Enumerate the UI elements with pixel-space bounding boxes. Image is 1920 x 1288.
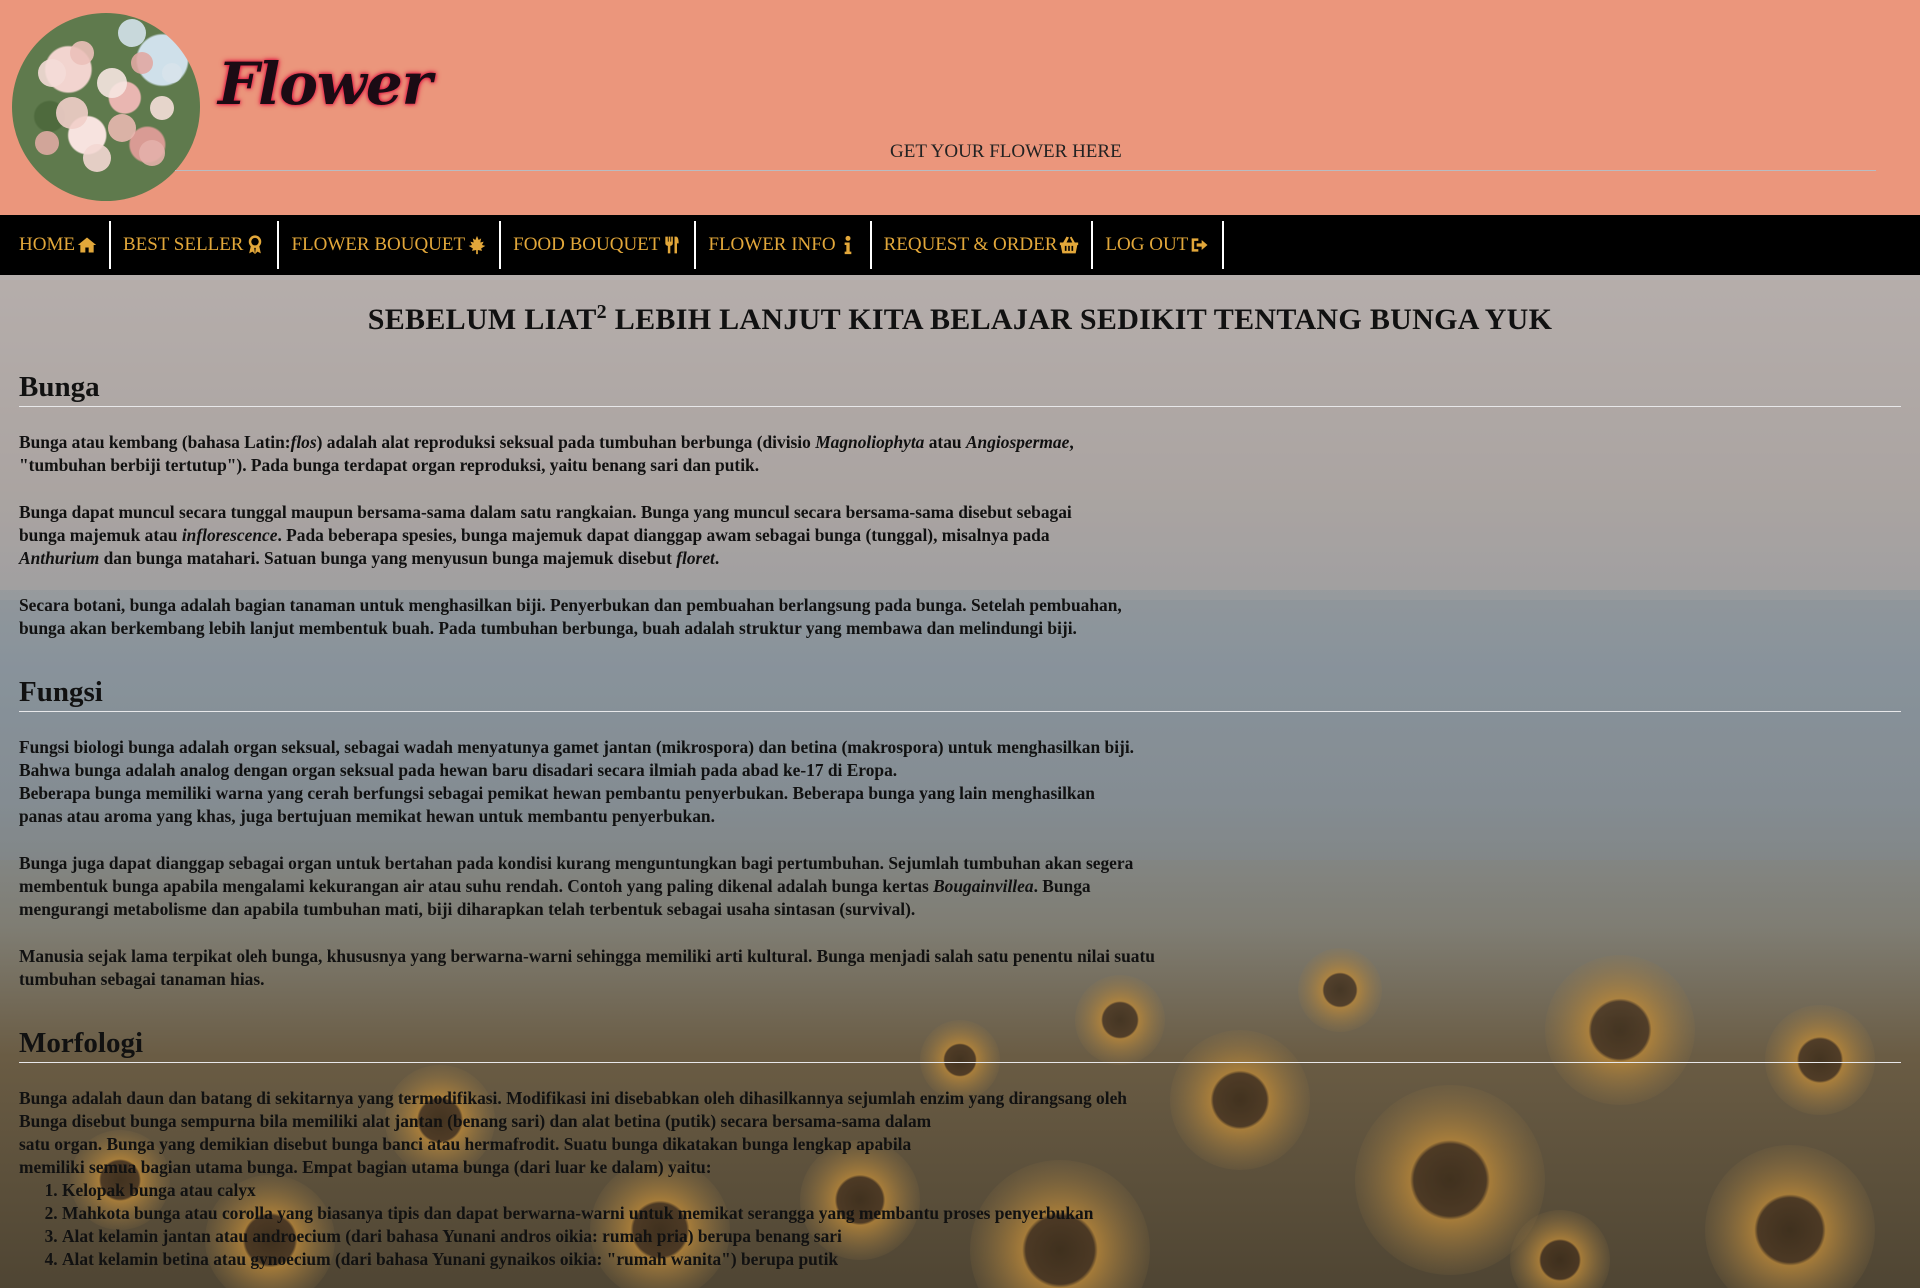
text: bunga akan berkembang lebih lanjut membe… — [19, 618, 1077, 638]
tagline: GET YOUR FLOWER HERE — [890, 141, 1122, 162]
paragraph: Bunga juga dapat dianggap sebagai organ … — [19, 852, 1901, 921]
text: Beberapa bunga memiliki warna yang cerah… — [19, 783, 1095, 803]
section-heading-bunga: Bunga — [19, 371, 1901, 407]
award-icon — [249, 235, 262, 255]
nav-label-food-bouquet: FOOD BOUQUET — [513, 234, 661, 255]
nav-label-flower-bouquet: FLOWER BOUQUET — [291, 234, 466, 255]
leaf-icon — [468, 235, 486, 255]
text: Manusia sejak lama terpikat oleh bunga, … — [19, 946, 1155, 966]
nav-item-request-order[interactable]: REQUEST & ORDER — [872, 221, 1094, 269]
text: Secara botani, bunga adalah bagian tanam… — [19, 595, 1122, 615]
nav-item-food-bouquet[interactable]: FOOD BOUQUET — [501, 221, 697, 269]
text: atau — [924, 432, 966, 452]
list-item: Alat kelamin betina atau gynoecium (dari… — [62, 1248, 1901, 1271]
nav-label-flower-info: FLOWER INFO — [708, 234, 836, 255]
text: satu organ. Bunga yang demikian disebut … — [19, 1134, 912, 1154]
text: Bunga juga dapat dianggap sebagai organ … — [19, 853, 1134, 873]
nav-item-flower-info[interactable]: FLOWER INFO — [696, 221, 872, 269]
text: tumbuhan sebagai tanaman hias. — [19, 969, 265, 989]
text: . Pada beberapa spesies, bunga majemuk d… — [277, 525, 1050, 545]
utensils-icon — [665, 236, 680, 254]
text: Bunga adalah daun dan batang di sekitarn… — [19, 1088, 1127, 1108]
text-italic: inflorescence — [181, 525, 278, 545]
text: Bunga dapat muncul secara tunggal maupun… — [19, 502, 1072, 522]
text: membentuk bunga apabila mengalami kekura… — [19, 876, 934, 896]
main-navigation: HOME BEST SELLER FLOWER BOUQUET FOOD BOU… — [0, 215, 1920, 275]
list-item: Alat kelamin jantan atau androecium (dar… — [62, 1225, 1901, 1248]
section-heading-fungsi: Fungsi — [19, 676, 1901, 712]
nav-item-home[interactable]: HOME — [7, 221, 111, 269]
home-icon — [77, 237, 97, 253]
paragraph: Bunga atau kembang (bahasa Latin:flos) a… — [19, 431, 1901, 477]
text: "tumbuhan berbiji tertutup"). Pada bunga… — [19, 455, 760, 475]
section-fungsi: Fungsi Fungsi biologi bunga adalah organ… — [19, 676, 1901, 991]
text: memiliki semua bagian utama bunga. Empat… — [19, 1157, 712, 1177]
nav-item-best-seller[interactable]: BEST SELLER — [111, 221, 280, 269]
header-divider — [175, 170, 1876, 171]
text: . Bunga — [1033, 876, 1091, 896]
text: bunga majemuk atau — [19, 525, 182, 545]
text-italic: Anthurium — [19, 548, 100, 568]
info-icon — [844, 235, 851, 255]
paragraph: Bunga dapat muncul secara tunggal maupun… — [19, 501, 1901, 570]
text: ) adalah alat reproduksi seksual pada tu… — [316, 432, 816, 452]
page-title-start: SEBELUM LIAT — [367, 303, 597, 336]
text-italic: Magnoliophyta — [815, 432, 925, 452]
sign-out-icon — [1191, 238, 1208, 252]
text: Bahwa bunga adalah analog dengan organ s… — [19, 760, 898, 780]
paragraph: Manusia sejak lama terpikat oleh bunga, … — [19, 945, 1901, 991]
list-item: Kelopak bunga atau calyx — [62, 1179, 1901, 1202]
section-heading-morfologi: Morfologi — [19, 1027, 1901, 1063]
nav-label-home: HOME — [19, 234, 75, 255]
section-morfologi: Morfologi Bunga adalah daun dan batang d… — [19, 1027, 1901, 1271]
section-bunga: Bunga Bunga atau kembang (bahasa Latin:f… — [19, 371, 1901, 640]
paragraph: Fungsi biologi bunga adalah organ seksua… — [19, 736, 1901, 828]
main-content: SEBELUM LIAT2 LEBIH LANJUT KITA BELAJAR … — [0, 301, 1920, 1271]
logo-image[interactable] — [12, 13, 200, 201]
text: . — [714, 548, 720, 568]
text: Fungsi biologi bunga adalah organ seksua… — [19, 737, 1134, 757]
text: Bunga atau kembang (bahasa Latin: — [19, 432, 291, 452]
site-header: Flower GET YOUR FLOWER HERE — [0, 0, 1920, 215]
page-title-end: LEBIH LANJUT KITA BELAJAR SEDIKIT TENTAN… — [606, 303, 1553, 336]
text: , — [1069, 432, 1074, 452]
text: panas atau aroma yang khas, juga bertuju… — [19, 806, 715, 826]
text-italic: flos — [290, 432, 317, 452]
text: Bunga disebut bunga sempurna bila memili… — [19, 1111, 932, 1131]
paragraph: Bunga adalah daun dan batang di sekitarn… — [19, 1087, 1901, 1179]
page-title: SEBELUM LIAT2 LEBIH LANJUT KITA BELAJAR … — [19, 301, 1901, 337]
text-italic: Bougainvillea — [933, 876, 1034, 896]
text: mengurangi metabolisme dan apabila tumbu… — [19, 899, 916, 919]
nav-item-flower-bouquet[interactable]: FLOWER BOUQUET — [279, 221, 502, 269]
nav-item-log-out[interactable]: LOG OUT — [1093, 221, 1225, 269]
text-italic: Angiospermae — [965, 432, 1070, 452]
text: dan bunga matahari. Satuan bunga yang me… — [99, 548, 677, 568]
nav-label-best-seller: BEST SELLER — [122, 234, 244, 255]
list-item: Mahkota bunga atau corolla yang biasanya… — [62, 1202, 1901, 1225]
page-title-superscript: 2 — [596, 301, 607, 323]
brand-title: Flower — [218, 50, 432, 118]
basket-icon — [1060, 236, 1079, 254]
text-italic: floret — [676, 548, 715, 568]
nav-label-log-out: LOG OUT — [1105, 234, 1189, 255]
paragraph: Secara botani, bunga adalah bagian tanam… — [19, 594, 1901, 640]
flower-parts-list: Kelopak bunga atau calyx Mahkota bunga a… — [19, 1179, 1901, 1271]
nav-label-request-order: REQUEST & ORDER — [883, 234, 1058, 255]
